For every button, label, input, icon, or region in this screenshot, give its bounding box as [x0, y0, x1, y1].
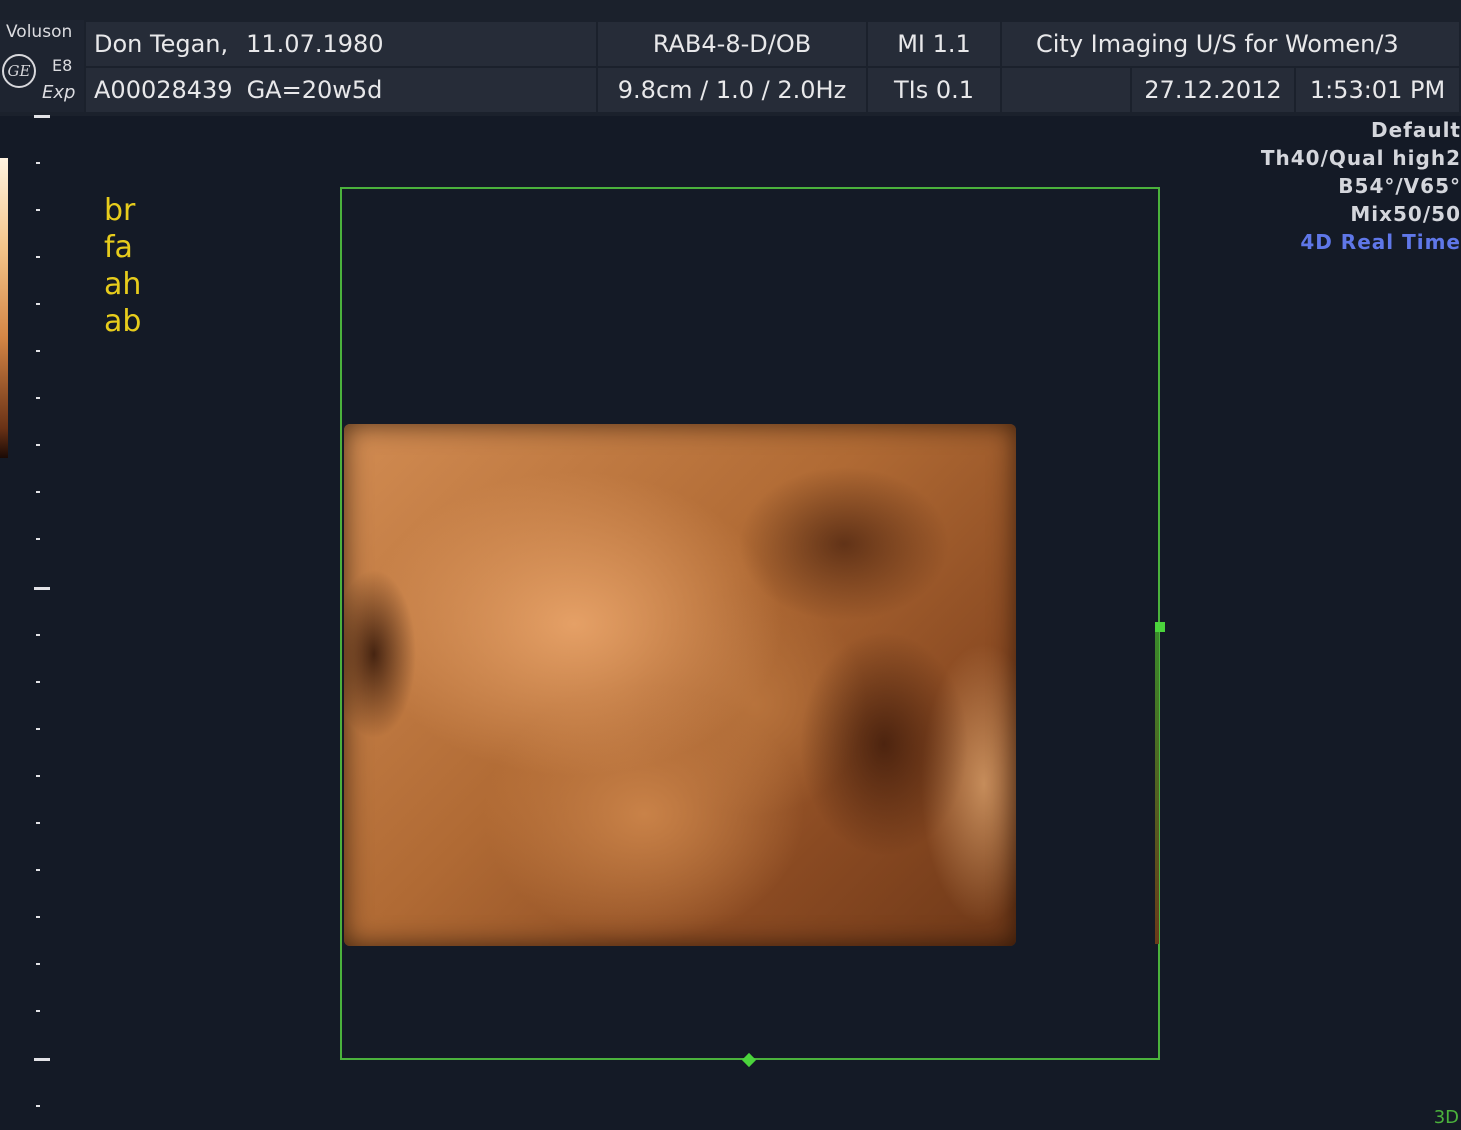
ruler-tick	[36, 256, 40, 258]
depth-frequency: 9.8cm / 1.0 / 2.0Hz	[598, 68, 868, 112]
patient-id: A00028439	[94, 76, 233, 104]
gestational-age: GA=20w5d	[246, 76, 383, 104]
ruler-tick	[36, 822, 40, 824]
ruler-tick	[36, 538, 40, 540]
annotation-label: br	[104, 193, 136, 228]
patient-dob: 11.07.1980	[246, 30, 384, 58]
tis-value: TIs 0.1	[868, 68, 1002, 112]
ruler-tick	[36, 444, 40, 446]
ruler-tick	[36, 1010, 40, 1012]
ruler-tick	[36, 775, 40, 777]
patient-cell: Don Tegan, 11.07.1980	[86, 22, 598, 66]
brand-name: Voluson	[6, 22, 73, 42]
annotation-label: ab	[104, 304, 142, 339]
exam-date: 27.12.2012	[1132, 68, 1296, 112]
ruler-tick	[34, 115, 50, 118]
info-header: Voluson GE E8 Exp Don Tegan, 11.07.1980 …	[0, 0, 1461, 116]
ruler-tick	[36, 209, 40, 211]
ruler-tick	[36, 303, 40, 305]
fetal-3d-render	[344, 424, 1016, 946]
ruler-tick	[36, 491, 40, 493]
ruler-tick	[36, 162, 40, 164]
mi-value: MI 1.1	[868, 22, 1002, 66]
brand-logo: Voluson GE E8 Exp	[0, 20, 84, 112]
probe-preset: RAB4-8-D/OB	[598, 22, 868, 66]
ruler-tick	[36, 728, 40, 730]
mode-label: 4D Real Time	[1300, 230, 1461, 254]
annotation-label: ah	[104, 267, 142, 302]
model-name: E8	[52, 56, 73, 75]
ruler-tick	[36, 1105, 40, 1107]
ruler-tick	[36, 681, 40, 683]
preset-label: Default	[1370, 118, 1461, 142]
ruler-tick	[36, 397, 40, 399]
ruler-tick	[36, 634, 40, 636]
render-depth-line	[1155, 632, 1159, 944]
edition-name: Exp	[42, 82, 76, 103]
depth-ruler	[32, 110, 56, 1120]
ruler-tick	[36, 916, 40, 918]
ruler-tick	[34, 1058, 50, 1061]
angles-label: B54°/V65°	[1338, 174, 1461, 198]
ruler-tick	[36, 963, 40, 965]
gray-scale-bar	[0, 158, 8, 458]
mix-label: Mix50/50	[1350, 202, 1461, 226]
header-spacer	[1002, 68, 1132, 112]
quality-label: Th40/Qual high2	[1260, 146, 1461, 170]
patient-name: Don Tegan,	[94, 30, 229, 58]
ruler-tick	[36, 350, 40, 352]
ge-logo-icon: GE	[2, 54, 36, 88]
institution-name: City Imaging U/S for Women/3	[1002, 22, 1461, 66]
patient-id-cell: A00028439 GA=20w5d	[86, 68, 598, 112]
annotation-list: br fa ah ab	[104, 192, 141, 340]
ruler-tick	[34, 587, 50, 590]
render-right-handle[interactable]	[1155, 622, 1165, 632]
render-parameters: Default Th40/Qual high2 B54°/V65° Mix50/…	[1261, 116, 1461, 256]
ruler-tick	[36, 869, 40, 871]
annotation-label: fa	[104, 230, 133, 265]
exam-time: 1:53:01 PM	[1296, 68, 1461, 112]
mode-tag: 3D	[1433, 1107, 1459, 1128]
